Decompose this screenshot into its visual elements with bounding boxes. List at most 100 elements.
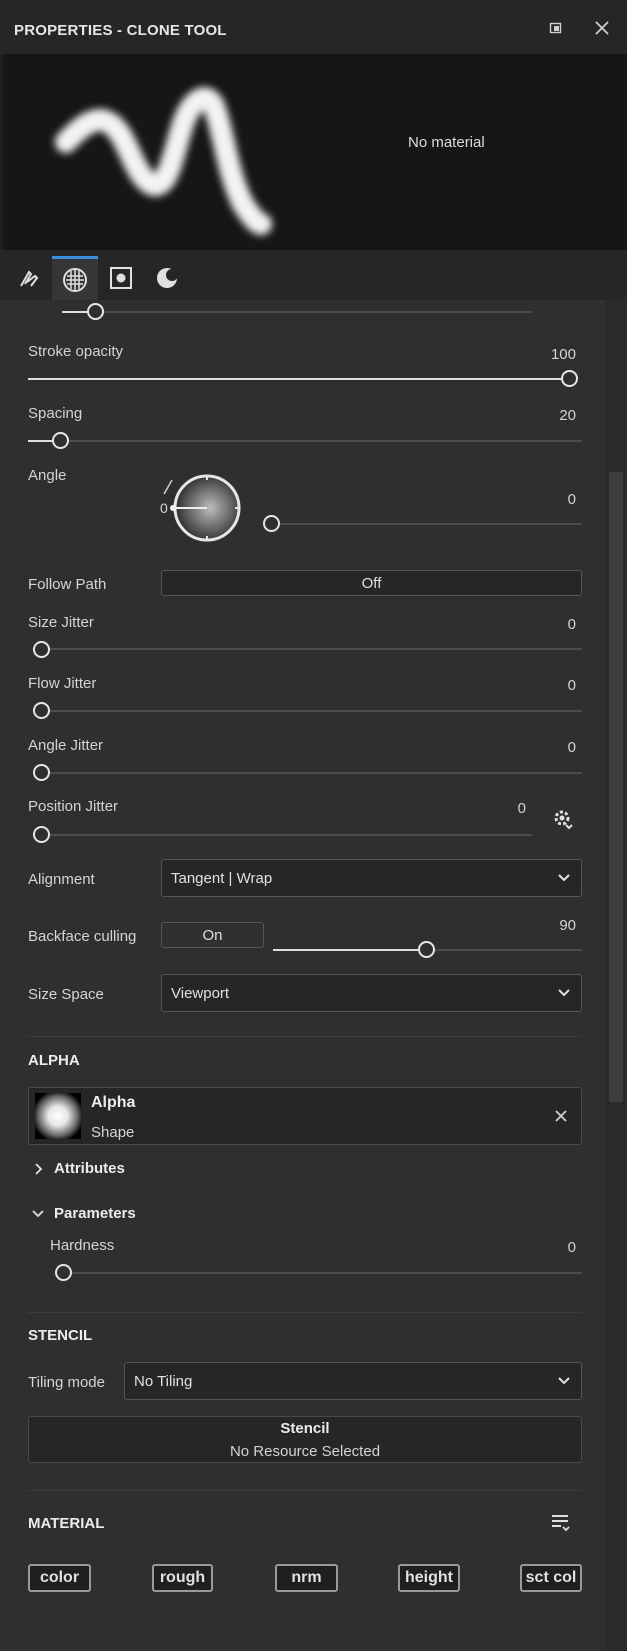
divider: [28, 1312, 582, 1313]
undock-icon[interactable]: [548, 20, 564, 36]
chevron-down-icon: [558, 1377, 570, 1385]
backface-culling-toggle[interactable]: On: [161, 922, 264, 948]
channel-height-chip[interactable]: height: [398, 1564, 460, 1592]
alpha-resource-type: Shape: [91, 1124, 135, 1141]
alignment-dropdown[interactable]: Tangent | Wrap: [161, 859, 582, 897]
size-jitter-label: Size Jitter: [28, 614, 94, 631]
tiling-mode-label: Tiling mode: [28, 1374, 105, 1391]
angle-dial-value: 0: [160, 500, 168, 516]
size-jitter-handle[interactable]: [33, 641, 50, 658]
spacing-track[interactable]: [28, 440, 582, 442]
tab-brush[interactable]: [6, 256, 52, 300]
channel-rough-chip[interactable]: rough: [152, 1564, 213, 1592]
partial-slider-fill: [62, 311, 90, 313]
position-jitter-track[interactable]: [42, 834, 532, 836]
chevron-down-icon: [32, 1209, 44, 1217]
material-section-title: MATERIAL: [28, 1515, 105, 1532]
size-space-dropdown[interactable]: Viewport: [161, 974, 582, 1012]
angle-jitter-value[interactable]: 0: [520, 739, 576, 756]
spacing-value[interactable]: 20: [520, 407, 576, 424]
close-icon[interactable]: [593, 19, 611, 37]
chevron-right-icon: [35, 1162, 43, 1175]
follow-path-label: Follow Path: [28, 576, 107, 593]
backface-culling-toggle-label: On: [202, 926, 223, 944]
attributes-expander[interactable]: Attributes: [33, 1160, 125, 1177]
hardness-handle[interactable]: [55, 1264, 72, 1281]
divider: [28, 1490, 582, 1491]
flow-jitter-handle[interactable]: [33, 702, 50, 719]
partial-slider-track[interactable]: [62, 311, 532, 313]
angle-jitter-track[interactable]: [42, 772, 582, 774]
alpha-resource-name: Alpha: [91, 1094, 136, 1111]
parameters-label: Parameters: [54, 1205, 136, 1222]
hardness-value[interactable]: 0: [520, 1239, 576, 1256]
hardness-track[interactable]: [64, 1272, 582, 1274]
divider: [28, 1036, 582, 1037]
flow-jitter-label: Flow Jitter: [28, 675, 97, 692]
backface-culling-value[interactable]: 90: [520, 917, 576, 934]
angle-handle[interactable]: [263, 515, 280, 532]
stroke-opacity-handle[interactable]: [561, 370, 578, 387]
angle-dial[interactable]: [160, 472, 246, 544]
size-space-value: Viewport: [171, 984, 230, 1002]
partial-slider-handle[interactable]: [87, 303, 104, 320]
backface-culling-handle[interactable]: [418, 941, 435, 958]
alignment-label: Alignment: [28, 871, 95, 888]
no-material-text: No material: [408, 134, 485, 151]
alpha-square-icon: [110, 267, 132, 289]
brush-stroke-icon: [20, 270, 39, 287]
stencil-moon-icon: [157, 268, 178, 288]
stroke-opacity-value[interactable]: 100: [520, 346, 576, 363]
alpha-thumbnail: [35, 1093, 81, 1139]
position-jitter-label: Position Jitter: [28, 798, 119, 815]
stroke-opacity-track[interactable]: [28, 378, 570, 380]
stencil-resource-title: Stencil: [280, 1420, 330, 1437]
stroke-opacity-label: Stroke opacity: [28, 343, 124, 360]
follow-path-value: Off: [361, 574, 382, 592]
attributes-label: Attributes: [54, 1160, 125, 1177]
spacing-label: Spacing: [28, 405, 83, 422]
size-jitter-value[interactable]: 0: [520, 616, 576, 633]
scrollbar-thumb[interactable]: [609, 472, 623, 1102]
checker-sphere-icon: [63, 267, 87, 292]
alignment-value: Tangent | Wrap: [171, 869, 273, 887]
alpha-resource-card[interactable]: Alpha Shape: [28, 1087, 582, 1145]
size-jitter-track[interactable]: [42, 648, 582, 650]
position-jitter-settings-icon[interactable]: [551, 807, 575, 831]
material-options-icon[interactable]: [550, 1512, 572, 1534]
size-space-label: Size Space: [28, 986, 104, 1003]
brush-stroke-preview: [55, 87, 272, 235]
flow-jitter-track[interactable]: [42, 710, 582, 712]
tab-material[interactable]: [52, 256, 98, 300]
tab-alpha[interactable]: [98, 256, 144, 300]
chevron-down-icon: [558, 989, 570, 997]
channel-color-chip[interactable]: color: [28, 1564, 91, 1592]
panel-title: PROPERTIES - CLONE TOOL: [14, 22, 227, 39]
backface-culling-fill: [273, 949, 418, 951]
tiling-mode-value: No Tiling: [134, 1372, 193, 1390]
parameters-expander[interactable]: Parameters: [31, 1205, 136, 1222]
angle-track[interactable]: [272, 523, 582, 525]
tab-stencil[interactable]: [144, 256, 190, 300]
position-jitter-value[interactable]: 0: [470, 800, 526, 817]
chevron-down-icon: [558, 874, 570, 882]
stencil-section-title: STENCIL: [28, 1327, 93, 1344]
hardness-label: Hardness: [50, 1237, 115, 1254]
flow-jitter-value[interactable]: 0: [520, 677, 576, 694]
brush-preview: [3, 54, 627, 250]
channel-sct-col-chip[interactable]: sct col: [520, 1564, 582, 1592]
follow-path-toggle[interactable]: Off: [161, 570, 582, 596]
channel-nrm-chip[interactable]: nrm: [275, 1564, 338, 1592]
position-jitter-handle[interactable]: [33, 826, 50, 843]
backface-culling-label: Backface culling: [28, 928, 137, 945]
spacing-handle[interactable]: [52, 432, 69, 449]
angle-jitter-label: Angle Jitter: [28, 737, 104, 754]
angle-value[interactable]: 0: [520, 491, 576, 508]
stencil-resource-slot[interactable]: Stencil No Resource Selected: [28, 1416, 582, 1463]
angle-jitter-handle[interactable]: [33, 764, 50, 781]
stencil-resource-status: No Resource Selected: [229, 1443, 381, 1460]
angle-label: Angle: [28, 467, 67, 484]
remove-alpha-icon[interactable]: [553, 1108, 569, 1124]
alpha-section-title: ALPHA: [28, 1052, 80, 1069]
tiling-mode-dropdown[interactable]: No Tiling: [124, 1362, 582, 1400]
